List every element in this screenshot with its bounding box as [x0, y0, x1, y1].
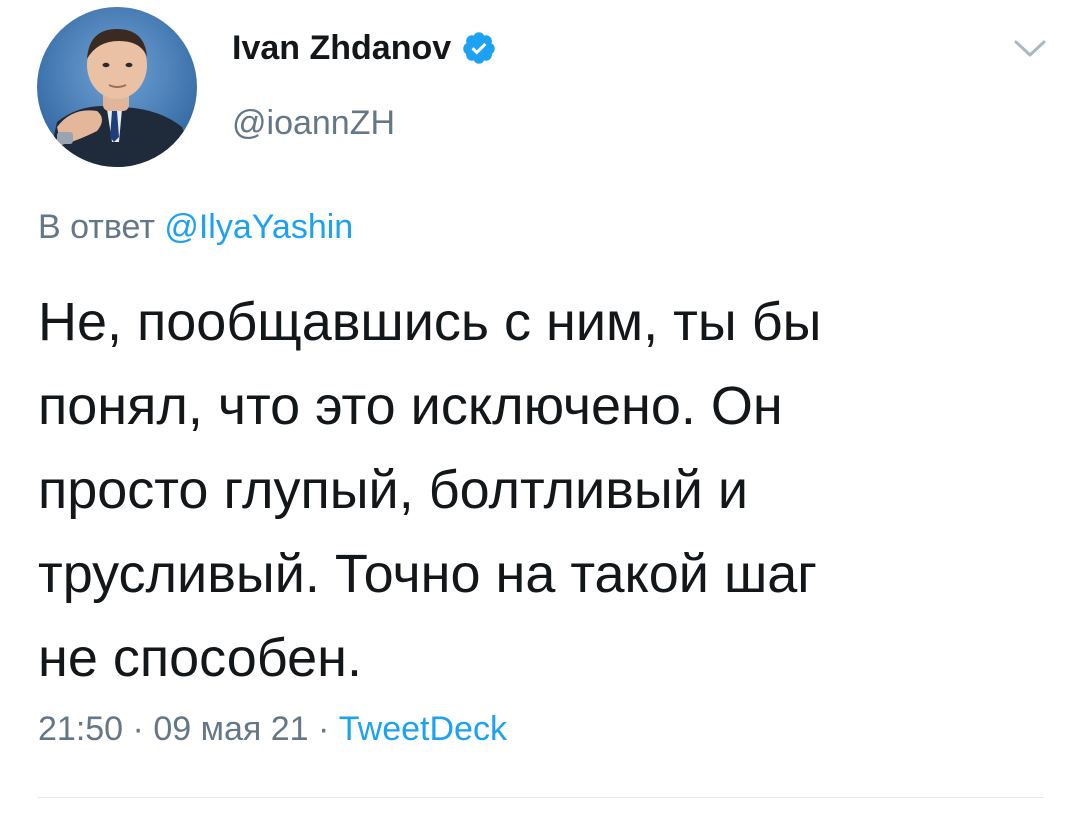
divider	[38, 797, 1044, 798]
user-handle[interactable]: @ioannZH	[232, 104, 395, 143]
tweet-meta: 21:50 · 09 мая 21 · TweetDeck	[38, 710, 507, 749]
chevron-down-icon[interactable]	[1010, 34, 1050, 62]
meta-separator: ·	[123, 710, 154, 748]
user-name-row: Ivan Zhdanov	[232, 26, 497, 70]
tweet-time[interactable]: 21:50	[38, 710, 123, 748]
verified-badge-icon	[463, 32, 495, 64]
tweet-card: Ivan Zhdanov @ioannZH В ответ @IlyaYashi…	[0, 0, 1080, 818]
avatar-image	[37, 7, 197, 167]
tweet-source-link[interactable]: TweetDeck	[339, 710, 507, 748]
avatar[interactable]	[37, 7, 197, 167]
display-name[interactable]: Ivan Zhdanov	[232, 29, 451, 68]
reply-mention-link[interactable]: @IlyaYashin	[164, 208, 353, 246]
reply-prefix: В ответ	[38, 208, 165, 246]
tweet-text: Не, пообщавшись с ним, ты бы понял, что …	[38, 292, 822, 688]
meta-separator: ·	[308, 710, 339, 748]
reply-context: В ответ @IlyaYashin	[38, 208, 353, 247]
tweet-date[interactable]: 09 мая 21	[153, 710, 308, 748]
